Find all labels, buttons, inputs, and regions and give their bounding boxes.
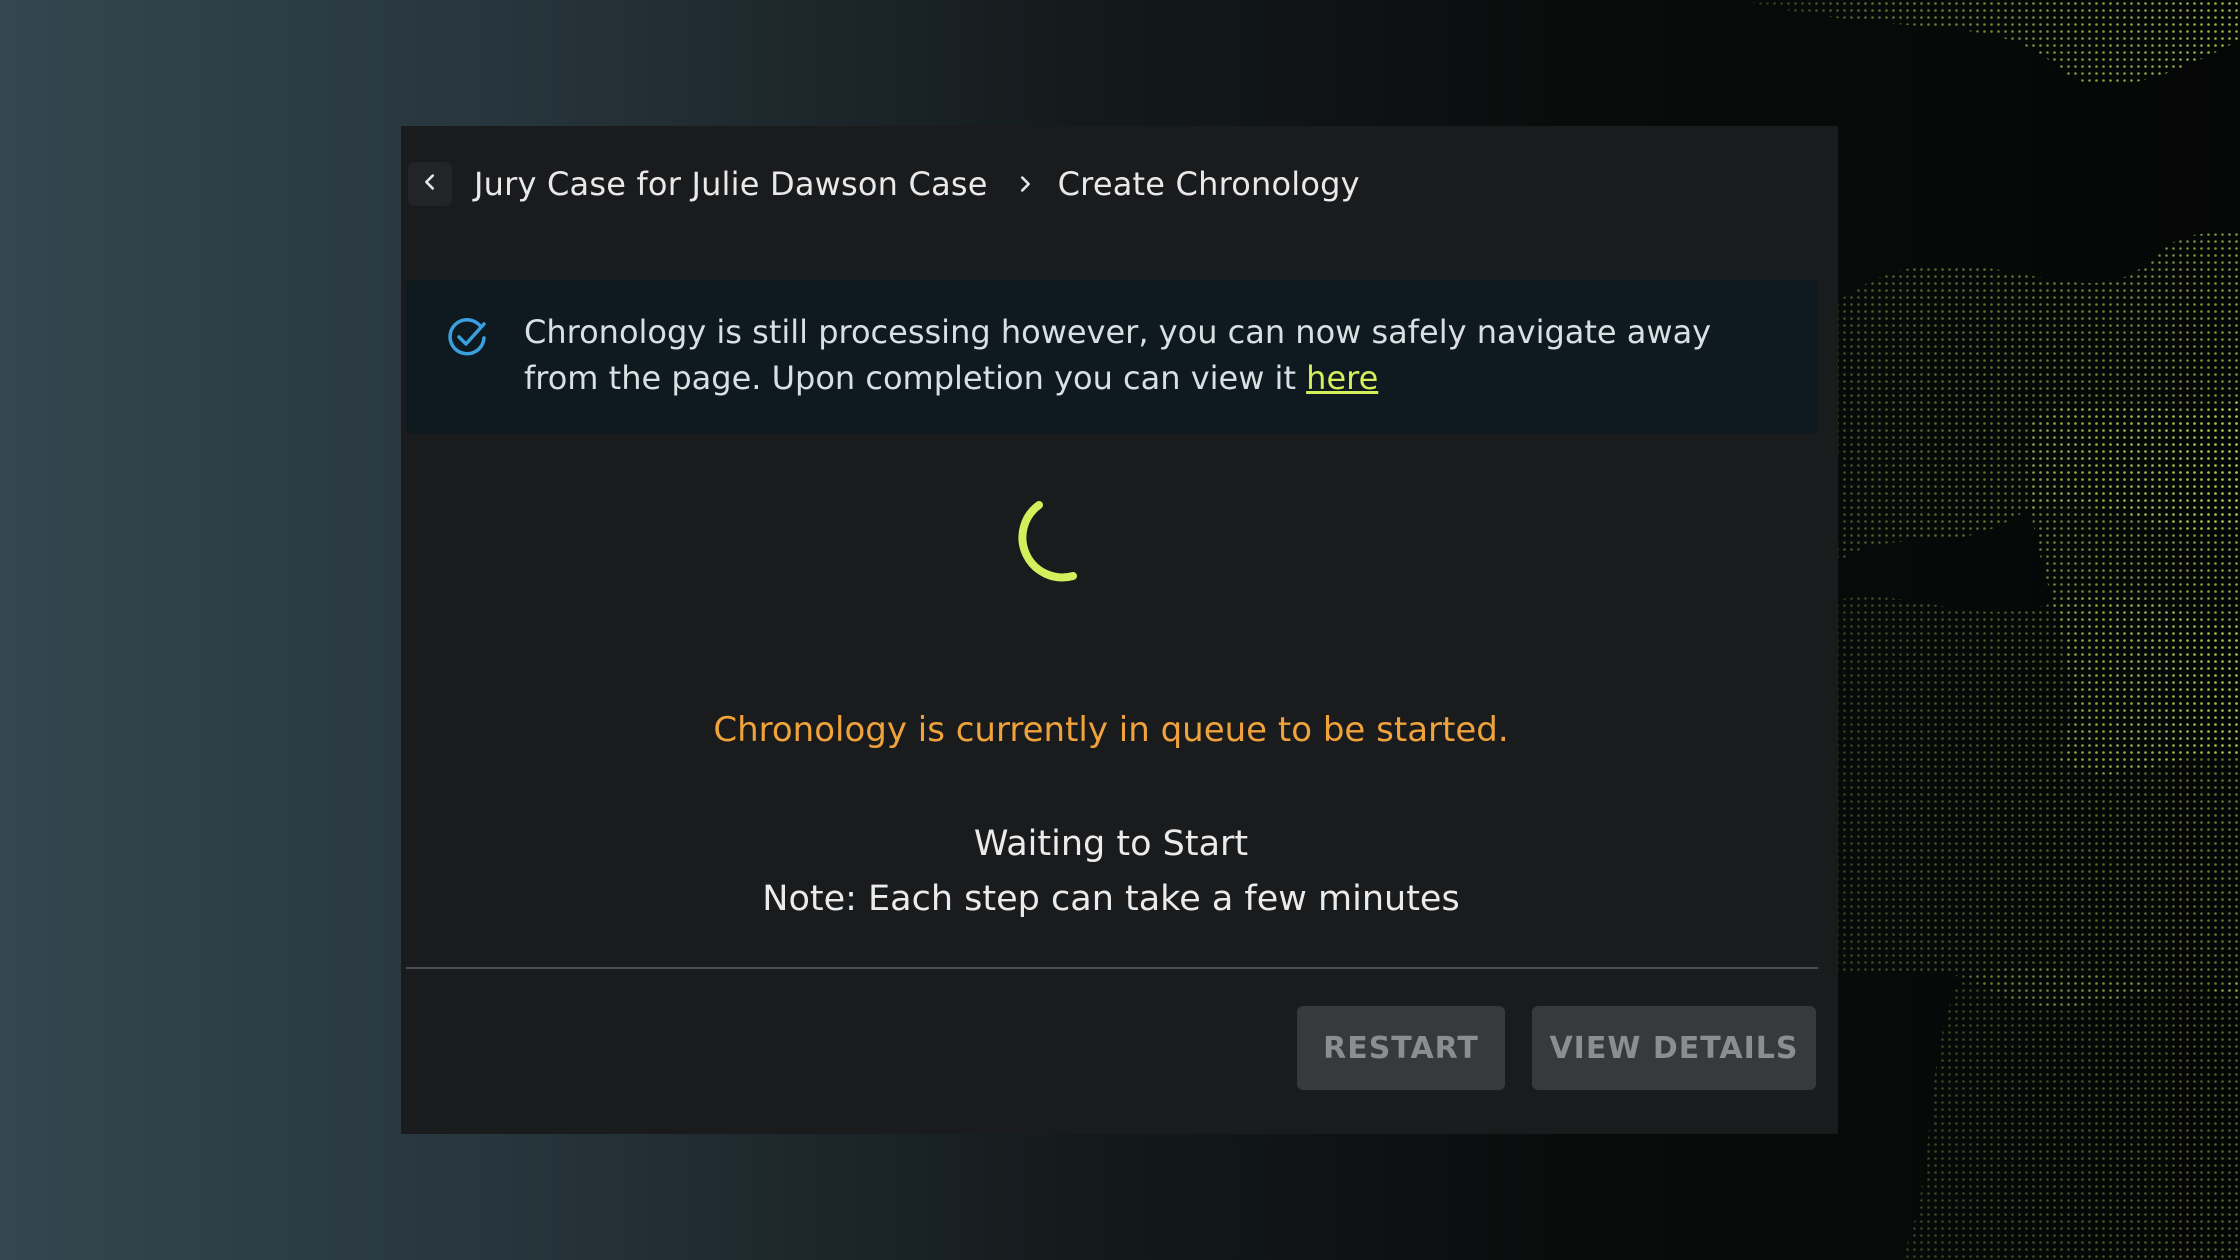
status-note: Note: Each step can take a few minutes — [762, 879, 1460, 919]
divider — [406, 967, 1818, 969]
notice-message: Chronology is still processing however, … — [524, 309, 1794, 401]
breadcrumb-parent-link[interactable]: Jury Case for Julie Dawson Case — [474, 165, 988, 203]
processing-notice: Chronology is still processing however, … — [406, 280, 1818, 434]
chevron-left-icon — [419, 171, 441, 197]
view-details-button[interactable]: VIEW DETAILS — [1532, 1006, 1816, 1090]
breadcrumb: Jury Case for Julie Dawson Case Create C… — [408, 159, 1360, 209]
back-button[interactable] — [408, 162, 452, 206]
chronology-panel: Jury Case for Julie Dawson Case Create C… — [401, 126, 1838, 1134]
breadcrumb-current: Create Chronology — [1057, 165, 1360, 203]
check-circle-icon — [444, 314, 492, 362]
chevron-right-icon — [1014, 173, 1036, 195]
view-chronology-link[interactable]: here — [1306, 359, 1378, 397]
notice-text: Chronology is still processing however, … — [524, 313, 1712, 397]
queue-status-message: Chronology is currently in queue to be s… — [713, 710, 1509, 750]
restart-button[interactable]: RESTART — [1297, 1006, 1505, 1090]
loading-spinner — [1018, 501, 1077, 582]
status-text: Waiting to Start — [973, 824, 1249, 864]
